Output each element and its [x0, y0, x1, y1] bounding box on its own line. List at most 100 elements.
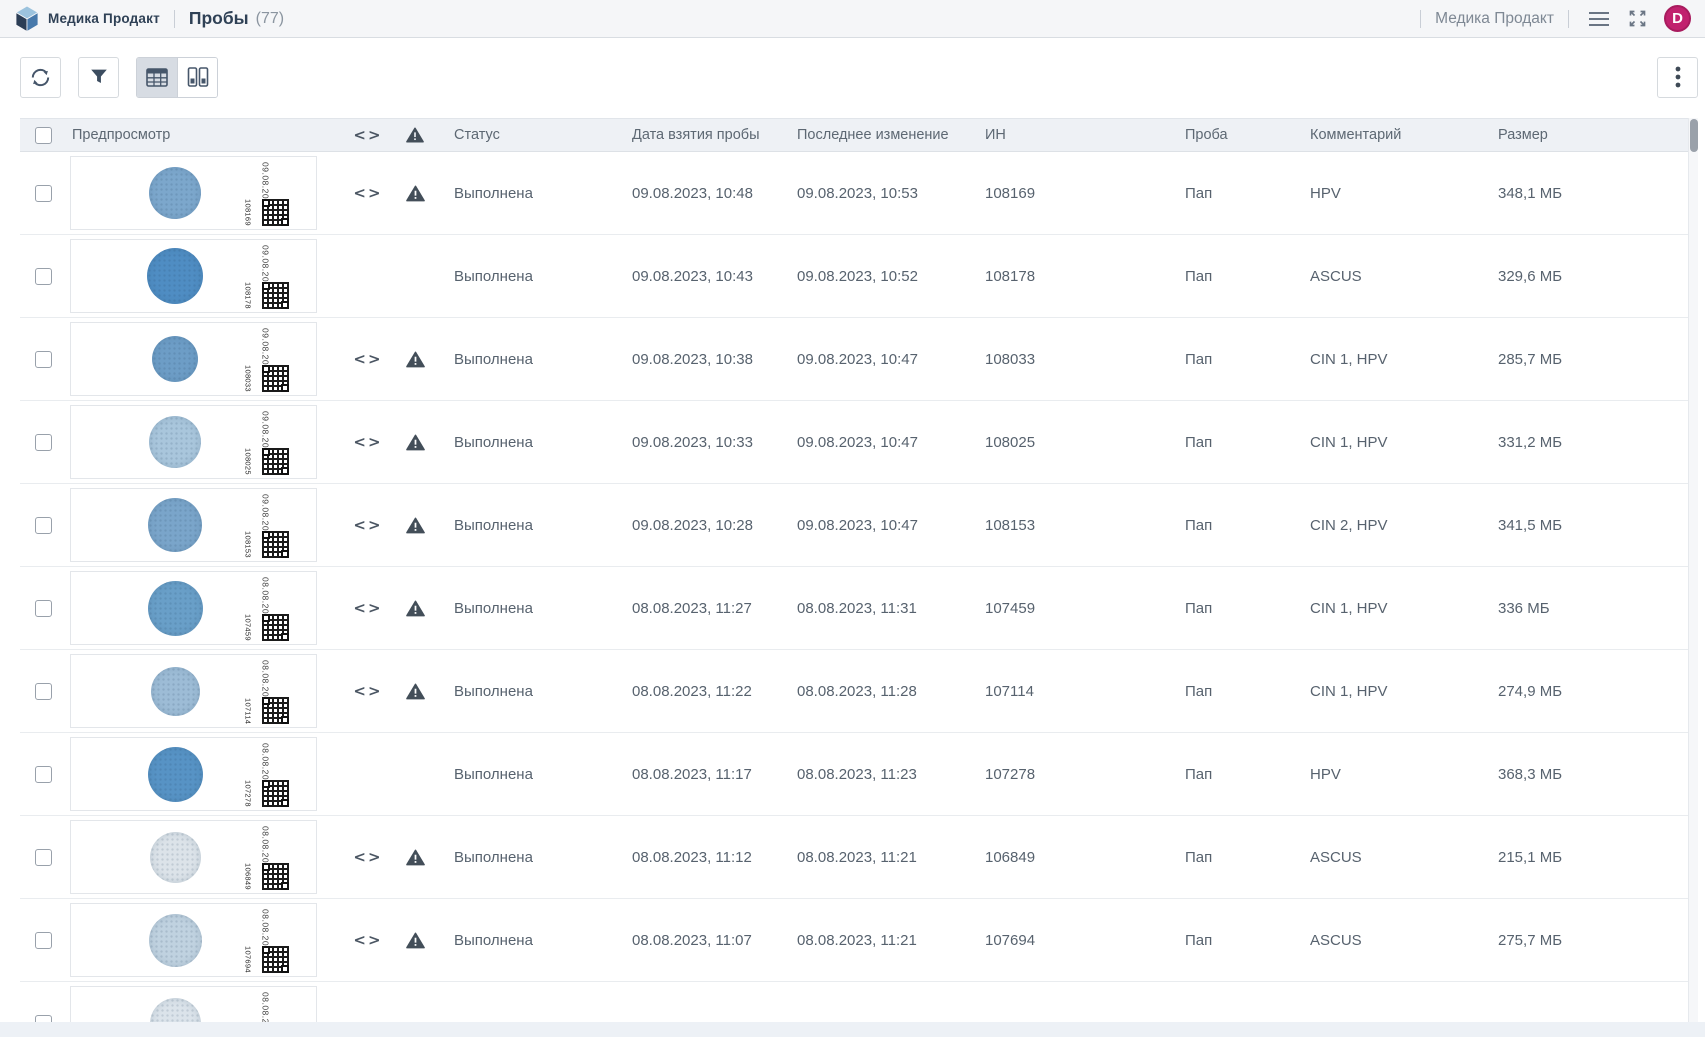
comment-cell: CIN 1, HPV [1296, 600, 1484, 617]
row-checkbox[interactable] [35, 849, 52, 866]
preview-cell: 09.08.2023 108178 [66, 235, 346, 317]
sample-preview-thumbnail[interactable]: 08.08.2023 107459 [70, 571, 317, 645]
filter-button[interactable] [78, 57, 119, 98]
comment-cell: ASCUS [1296, 932, 1484, 949]
table-view-button[interactable] [137, 58, 177, 97]
column-header-modified[interactable]: Последнее изменение [783, 127, 971, 143]
table-row[interactable]: 09.08.2023 108153 <> Выполнена 09.08.202… [20, 484, 1688, 567]
id-cell: 108153 [971, 517, 1171, 534]
table-body: 09.08.2023 108169 <> Выполнена 09.08.202… [20, 152, 1688, 1022]
refresh-button[interactable] [20, 57, 61, 98]
comment-cell: ASCUS [1296, 268, 1484, 285]
comment-cell: ASCUS [1296, 849, 1484, 866]
sample-preview-thumbnail[interactable]: 08.08.2023 107114 [70, 654, 317, 728]
slide-date-label: 08.08.2023 [261, 992, 270, 1022]
samples-table: Предпросмотр <> Статус Дата взятия пробы [20, 118, 1698, 1022]
row-select-cell [20, 683, 66, 700]
cards-view-button[interactable] [177, 58, 217, 97]
select-all-checkbox[interactable] [35, 127, 52, 144]
code-icon: <> [353, 931, 382, 949]
slide-id-label: 106849 [244, 863, 252, 890]
row-checkbox[interactable] [35, 434, 52, 451]
sample-type-cell: Пап [1171, 766, 1296, 783]
vertical-scrollbar[interactable] [1688, 118, 1698, 1022]
fullscreen-button[interactable] [1623, 4, 1652, 33]
scrollbar-thumb[interactable] [1690, 119, 1698, 152]
title-divider [174, 10, 175, 28]
row-checkbox[interactable] [35, 268, 52, 285]
code-cell: <> [346, 848, 390, 866]
slide-id-label: 107278 [244, 780, 252, 807]
taken-date-cell: 08.08.2023, 11:12 [618, 849, 783, 866]
qr-code-icon [262, 697, 289, 724]
preview-cell: 08.08.2023 107694 [66, 899, 346, 981]
column-header-status[interactable]: Статус [440, 127, 618, 143]
sample-preview-thumbnail[interactable]: 09.08.2023 108153 [70, 488, 317, 562]
sample-preview-thumbnail[interactable]: 08.08.2023 [70, 986, 317, 1022]
menu-button[interactable] [1583, 5, 1615, 33]
table-row[interactable]: 09.08.2023 108178 Выполнена 09.08.2023, … [20, 235, 1688, 318]
row-checkbox[interactable] [35, 185, 52, 202]
slide-id-label: 108153 [244, 531, 252, 558]
warning-icon [406, 185, 425, 202]
row-select-cell [20, 849, 66, 866]
code-icon: <> [353, 848, 382, 866]
status-cell: Выполнена [440, 932, 618, 949]
row-checkbox[interactable] [35, 932, 52, 949]
sample-preview-thumbnail[interactable]: 09.08.2023 108025 [70, 405, 317, 479]
row-checkbox[interactable] [35, 600, 52, 617]
row-checkbox[interactable] [35, 683, 52, 700]
column-header-sample[interactable]: Проба [1171, 127, 1296, 143]
column-header-id[interactable]: ИН [971, 127, 1171, 143]
column-header-taken[interactable]: Дата взятия пробы [618, 127, 783, 143]
column-header-code[interactable]: <> [346, 126, 390, 144]
comment-cell: CIN 1, HPV [1296, 434, 1484, 451]
table-row[interactable]: 08.08.2023 107694 <> Выполнена 08.08.202… [20, 899, 1688, 982]
code-cell: <> [346, 931, 390, 949]
filter-funnel-icon [88, 66, 110, 88]
modified-date-cell: 08.08.2023, 11:21 [783, 932, 971, 949]
row-select-cell [20, 268, 66, 285]
column-header-preview[interactable]: Предпросмотр [66, 127, 346, 143]
brand-name: Медика Продакт [48, 11, 160, 26]
user-avatar[interactable]: D [1664, 5, 1691, 32]
table-row[interactable]: 09.08.2023 108033 <> Выполнена 09.08.202… [20, 318, 1688, 401]
row-select-cell [20, 517, 66, 534]
warning-icon [406, 932, 425, 949]
warning-icon [406, 849, 425, 866]
table-row[interactable]: 08.08.2023 107114 <> Выполнена 08.08.202… [20, 650, 1688, 733]
row-checkbox[interactable] [35, 351, 52, 368]
sample-preview-thumbnail[interactable]: 09.08.2023 108178 [70, 239, 317, 313]
table-row[interactable]: 09.08.2023 108025 <> Выполнена 09.08.202… [20, 401, 1688, 484]
comment-cell: CIN 2, HPV [1296, 517, 1484, 534]
code-icon: <> [353, 599, 382, 617]
table-row[interactable]: 08.08.2023 107459 <> Выполнена 08.08.202… [20, 567, 1688, 650]
row-checkbox[interactable] [35, 517, 52, 534]
id-cell: 108178 [971, 268, 1171, 285]
table-row[interactable]: 08.08.2023 107278 Выполнена 08.08.2023, … [20, 733, 1688, 816]
row-checkbox[interactable] [35, 766, 52, 783]
table-row[interactable]: 09.08.2023 108169 <> Выполнена 09.08.202… [20, 152, 1688, 235]
sample-preview-thumbnail[interactable]: 08.08.2023 107694 [70, 903, 317, 977]
row-checkbox[interactable] [35, 1015, 52, 1023]
row-select-cell [20, 185, 66, 202]
table-row[interactable]: 08.08.2023 [20, 982, 1688, 1022]
sample-preview-thumbnail[interactable]: 09.08.2023 108033 [70, 322, 317, 396]
sample-type-cell: Пап [1171, 351, 1296, 368]
column-header-size[interactable]: Размер [1484, 127, 1688, 143]
modified-date-cell: 09.08.2023, 10:52 [783, 268, 971, 285]
row-select-cell [20, 766, 66, 783]
sample-spot [148, 498, 202, 552]
column-header-warning[interactable] [390, 127, 440, 143]
more-options-button[interactable] [1657, 57, 1698, 98]
modified-date-cell: 08.08.2023, 11:31 [783, 600, 971, 617]
sample-preview-thumbnail[interactable]: 08.08.2023 106849 [70, 820, 317, 894]
sample-type-cell: Пап [1171, 849, 1296, 866]
column-header-comment[interactable]: Комментарий [1296, 127, 1484, 143]
sample-preview-thumbnail[interactable]: 09.08.2023 108169 [70, 156, 317, 230]
id-cell: 108169 [971, 185, 1171, 202]
sample-preview-thumbnail[interactable]: 08.08.2023 107278 [70, 737, 317, 811]
table-row[interactable]: 08.08.2023 106849 <> Выполнена 08.08.202… [20, 816, 1688, 899]
taken-date-cell: 09.08.2023, 10:28 [618, 517, 783, 534]
kebab-menu-icon [1675, 66, 1681, 88]
